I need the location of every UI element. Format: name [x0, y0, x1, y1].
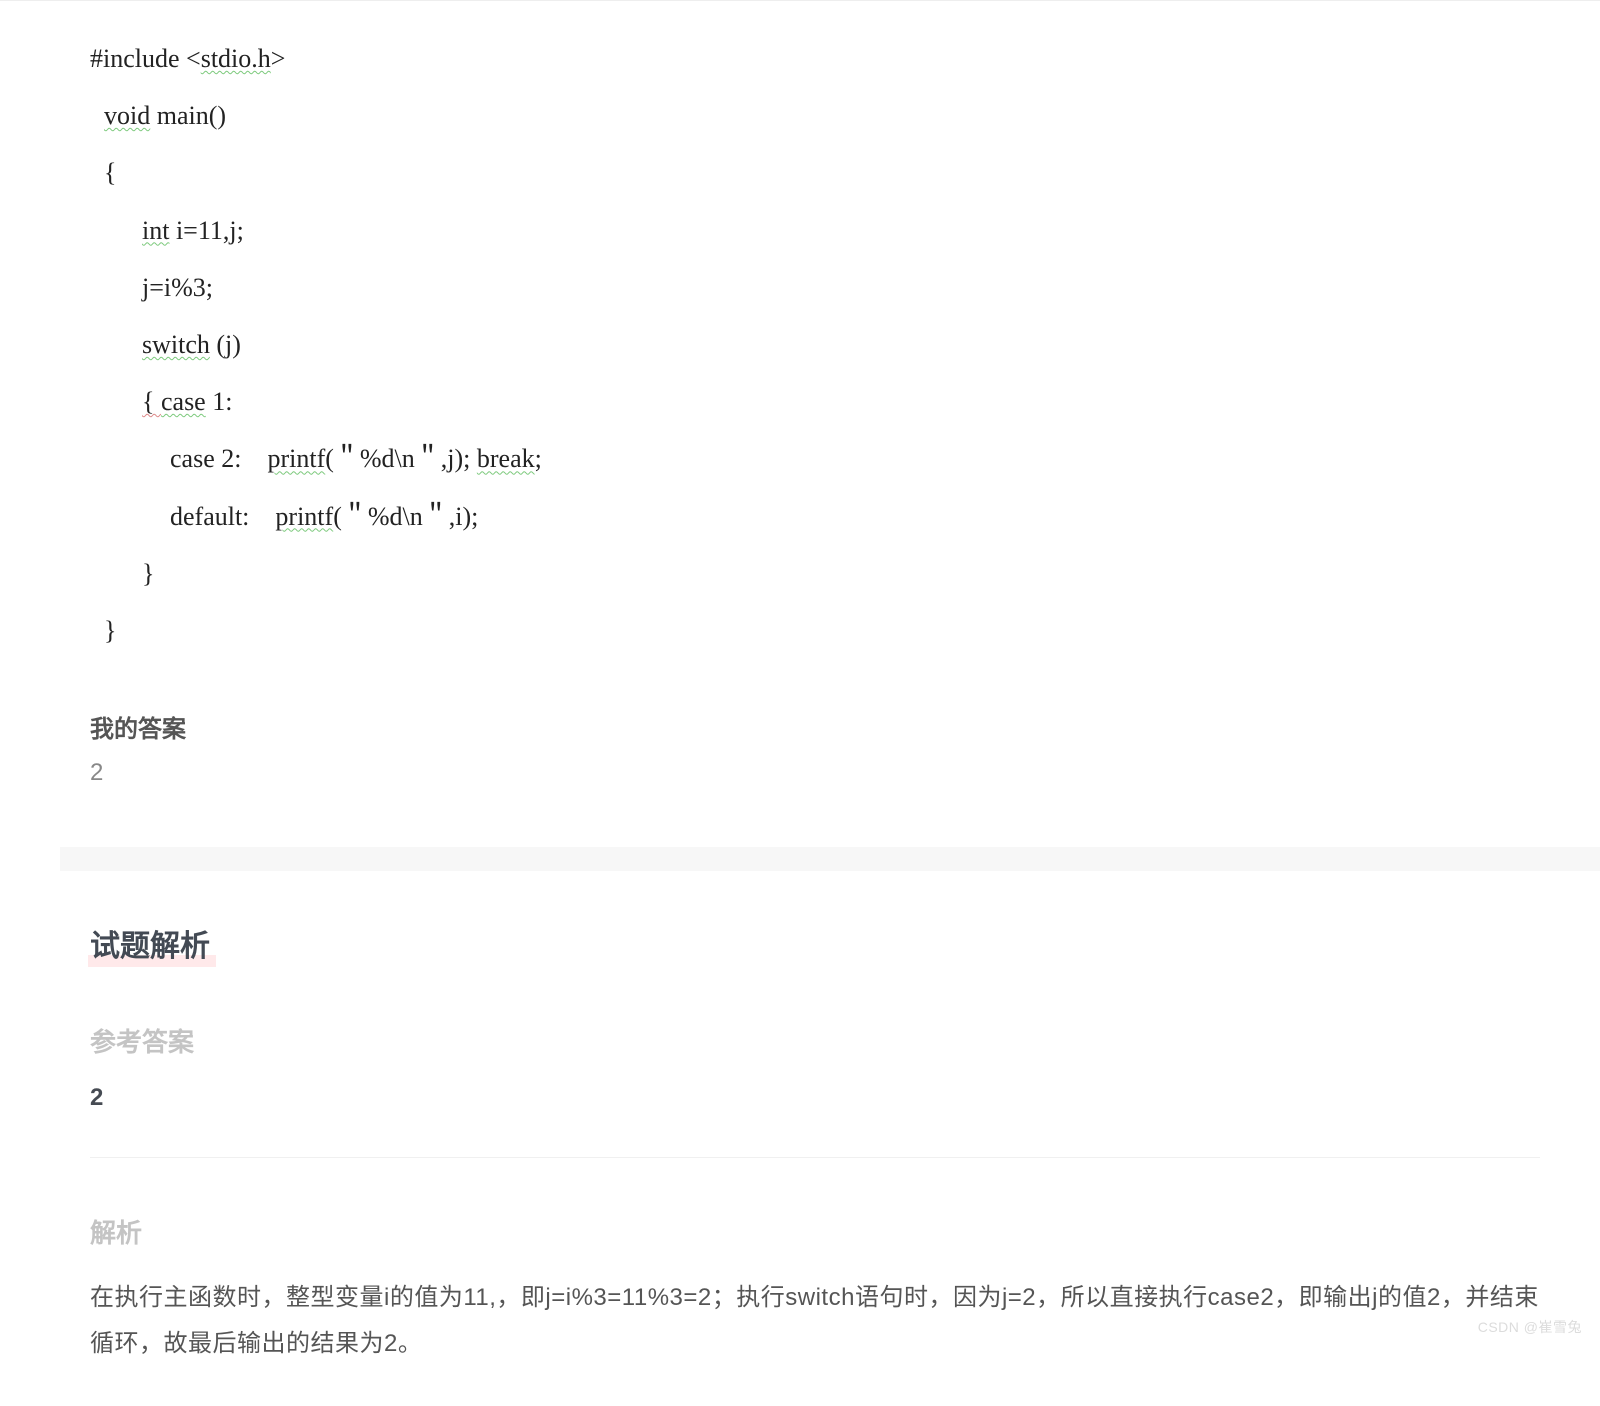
code-line-10: }: [90, 545, 1560, 602]
code-line-1: #include <stdio.h>: [90, 30, 1560, 87]
code-text: default:: [170, 502, 275, 531]
watermark: CSDN @崔雪兔: [1478, 1317, 1582, 1337]
code-text: #include <: [90, 44, 201, 73]
code-text-underlined: printf: [267, 444, 325, 473]
code-text-underlined: printf: [275, 502, 333, 531]
code-text-underlined: break: [477, 444, 535, 473]
code-text: }: [104, 616, 116, 645]
code-text: (j): [210, 330, 241, 359]
code-text-underlined: case: [161, 387, 206, 416]
code-text: (＂%d\n＂,j);: [325, 444, 477, 473]
code-line-2: void main(): [90, 87, 1560, 144]
code-text: }: [142, 559, 154, 588]
question-container: #include <stdio.h> void main() { int i=1…: [0, 20, 1600, 847]
code-text: case 2:: [170, 444, 267, 473]
my-answer-label: 我的答案: [90, 709, 1560, 744]
code-line-3: {: [90, 144, 1560, 201]
code-text: main(): [150, 101, 226, 130]
code-line-8: case 2: printf(＂%d\n＂,j); break;: [90, 430, 1560, 487]
code-text: 1:: [206, 387, 233, 416]
code-text-underlined: switch: [142, 330, 210, 359]
analysis-heading: 试题解析: [90, 921, 210, 967]
code-line-5: j=i%3;: [90, 259, 1560, 316]
code-text-underlined: int: [142, 216, 169, 245]
code-line-9: default: printf(＂%d\n＂,i);: [90, 488, 1560, 545]
code-line-6: switch (j): [90, 316, 1560, 373]
top-rule: [0, 0, 1600, 1]
code-text-underlined: void: [104, 101, 150, 130]
code-text-underlined: stdio.h: [201, 44, 271, 73]
code-text-underlined: {: [142, 387, 161, 416]
my-answer-value: 2: [90, 759, 1560, 787]
explanation-text: 在执行主函数时，整型变量i的值为11,，即j=i%3=11%3=2；执行swit…: [90, 1275, 1540, 1406]
section-divider: [60, 847, 1600, 871]
reference-answer-label: 参考答案: [90, 1022, 1540, 1059]
analysis-container: 试题解析 参考答案 2 解析 在执行主函数时，整型变量i的值为11,，即j=i%…: [0, 871, 1600, 1406]
code-text: >: [271, 44, 286, 73]
code-text: ;: [535, 444, 542, 473]
code-text: i=11,j;: [169, 216, 243, 245]
code-line-4: int i=11,j;: [90, 202, 1560, 259]
explanation-label: 解析: [90, 1213, 1540, 1250]
reference-answer-value: 2: [90, 1084, 1540, 1158]
code-block: #include <stdio.h> void main() { int i=1…: [90, 20, 1560, 684]
code-text: (＂%d\n＂,i);: [333, 502, 478, 531]
page: #include <stdio.h> void main() { int i=1…: [0, 0, 1600, 1406]
code-line-11: }: [90, 602, 1560, 659]
code-line-7: { case 1:: [90, 373, 1560, 430]
code-text: {: [104, 158, 116, 187]
code-text: j=i%3;: [142, 273, 213, 302]
